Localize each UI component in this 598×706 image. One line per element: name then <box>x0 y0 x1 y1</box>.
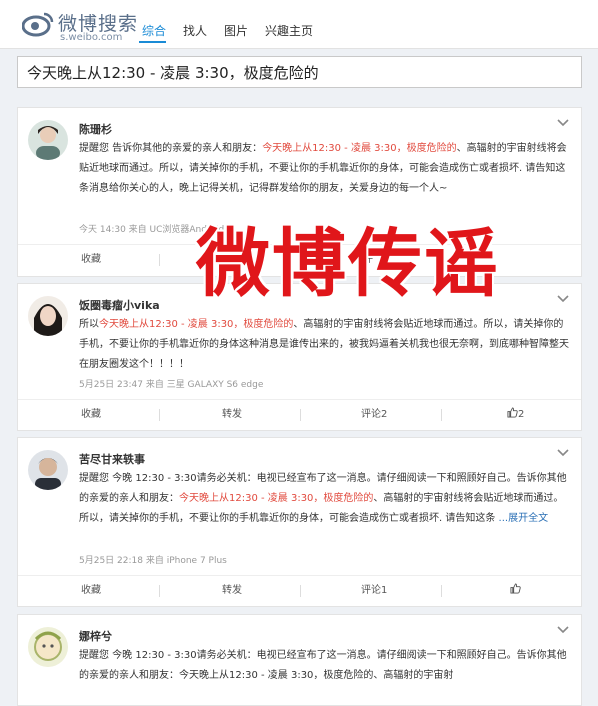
chevron-down-icon[interactable] <box>557 626 569 634</box>
user-name[interactable]: 娜梓兮 <box>79 628 112 644</box>
avatar[interactable] <box>28 120 68 160</box>
avatar[interactable] <box>28 450 68 490</box>
favorite-button[interactable]: 收藏 <box>81 576 101 606</box>
divider <box>441 409 442 421</box>
like-button[interactable]: 2 <box>507 400 524 430</box>
favorite-button[interactable]: 收藏 <box>81 245 101 275</box>
active-tab-indicator <box>139 41 166 43</box>
chevron-down-icon[interactable] <box>557 295 569 303</box>
search-query: 今天晚上从12:30 - 凌晨 3:30，极度危险的 <box>27 64 319 82</box>
post-text: 提醒您 今晚 12:30 - 3:30请务必关机：电视已经宣布了这一消息。请仔细… <box>79 650 567 681</box>
divider <box>300 409 301 421</box>
user-name[interactable]: 苦尽甘来轶事 <box>79 451 145 467</box>
comment-button[interactable]: 评论1 <box>361 576 387 606</box>
post-meta: 5月25日 22:18 来自 iPhone 7 Plus <box>79 556 227 566</box>
favorite-button[interactable]: 收藏 <box>81 400 101 430</box>
post-card: 苦尽甘来轶事 提醒您 今晚 12:30 - 3:30请务必关机：电视已经宣布了这… <box>17 437 582 607</box>
divider <box>159 254 160 266</box>
like-button[interactable] <box>510 576 521 606</box>
avatar[interactable] <box>28 296 68 336</box>
divider <box>159 585 160 597</box>
header-bar: 微博搜索 s.weibo.com 综合 找人 图片 兴趣主页 <box>0 0 598 49</box>
post-text: 提醒您 今晚 12:30 - 3:30请务必关机：电视已经宣布了这一消息。请仔细… <box>79 473 567 524</box>
search-input[interactable]: 今天晚上从12:30 - 凌晨 3:30，极度危险的 <box>17 56 582 88</box>
weibo-search-logo[interactable]: 微博搜索 s.weibo.com <box>22 9 142 43</box>
tab-general[interactable]: 综合 <box>142 22 166 39</box>
post-actions: 收藏 转发 评论1 <box>18 575 581 606</box>
user-name[interactable]: 饭圈毒瘤小vika <box>79 297 160 313</box>
chevron-down-icon[interactable] <box>557 449 569 457</box>
logo-url: s.weibo.com <box>60 32 123 43</box>
chevron-down-icon[interactable] <box>557 119 569 127</box>
thumbs-up-icon <box>510 583 521 594</box>
like-count: 2 <box>518 409 525 420</box>
tab-people[interactable]: 找人 <box>183 22 207 39</box>
post-text: 所以今天晚上从12:30 - 凌晨 3:30，极度危险的、高辐射的宇宙射线将会贴… <box>79 319 569 370</box>
comment-button[interactable]: 评论2 <box>361 400 387 430</box>
thumbs-up-icon <box>507 407 518 418</box>
divider <box>300 585 301 597</box>
divider <box>159 409 160 421</box>
post-card: 娜梓兮 提醒您 今晚 12:30 - 3:30请务必关机：电视已经宣布了这一消息… <box>17 614 582 706</box>
divider <box>441 585 442 597</box>
user-name[interactable]: 陈珊杉 <box>79 121 112 137</box>
avatar[interactable] <box>28 627 68 667</box>
post-text: 提醒您 告诉你其他的亲爱的亲人和朋友：今天晚上从12:30 - 凌晨 3:30，… <box>79 143 567 194</box>
tab-interest-pages[interactable]: 兴趣主页 <box>265 22 313 39</box>
weibo-eye-icon <box>22 12 54 37</box>
repost-button[interactable]: 转发 <box>222 400 242 430</box>
expand-full-text-link[interactable]: ...展开全文 <box>495 513 549 524</box>
post-meta: 5月25日 23:47 来自 三星 GALAXY S6 edge <box>79 380 264 390</box>
rumor-overlay-caption: 微博传谣 <box>196 221 500 307</box>
repost-button[interactable]: 转发 <box>222 576 242 606</box>
tab-images[interactable]: 图片 <box>224 22 248 39</box>
post-actions: 收藏 转发 评论2 2 <box>18 399 581 430</box>
